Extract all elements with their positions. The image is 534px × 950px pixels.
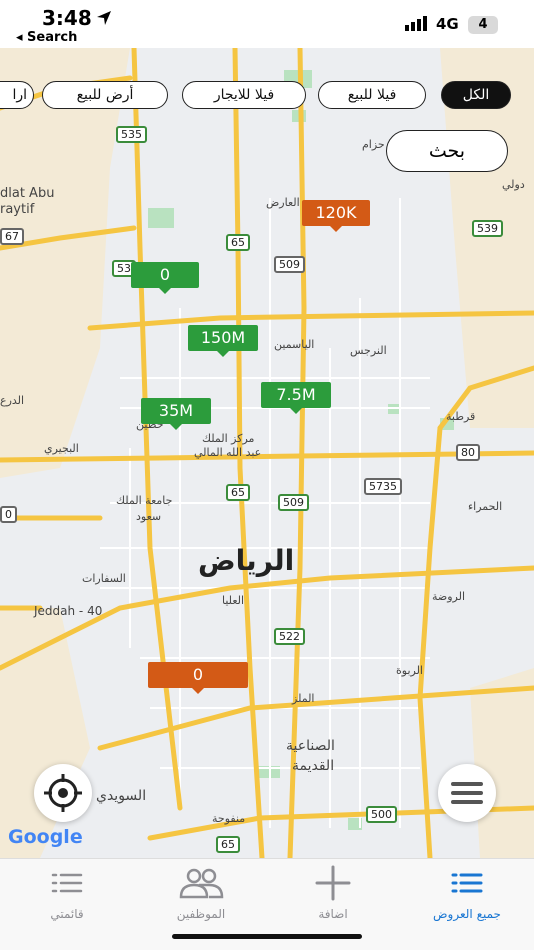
map-label-yasmin: الياسمين bbox=[274, 338, 315, 351]
list-icon bbox=[51, 873, 83, 893]
crosshair-icon bbox=[44, 774, 82, 812]
filter-chip-partial[interactable]: ارا bbox=[0, 81, 34, 109]
status-bar: 3:48 ◂ Search 4G 4 bbox=[0, 0, 534, 48]
map-label-malaz: الملز bbox=[292, 692, 315, 705]
filter-chip-all[interactable]: الكل bbox=[441, 81, 511, 109]
plus-icon bbox=[315, 865, 351, 901]
map-label-hazm: حزام bbox=[362, 138, 385, 151]
price-marker[interactable]: 35M bbox=[141, 398, 211, 430]
map-label-diriyah: الدرع bbox=[0, 394, 25, 407]
map-label-suwaidi: السويدي bbox=[96, 788, 147, 804]
map-label-rabwah: الربوة bbox=[396, 664, 423, 677]
route-shield: 65 bbox=[226, 484, 250, 501]
battery-icon: 4 bbox=[468, 16, 498, 34]
map-label-sinaiya-2: القديمة bbox=[292, 758, 335, 774]
map-label-raytif: raytif bbox=[0, 202, 35, 217]
map-label-olaya: العليا bbox=[222, 594, 245, 607]
tab-add[interactable]: اضافة bbox=[278, 865, 388, 921]
route-shield: 65 bbox=[216, 836, 240, 853]
location-arrow-icon bbox=[97, 11, 111, 25]
route-shield: 65 bbox=[226, 234, 250, 251]
map-label-arid: العارض bbox=[266, 196, 300, 209]
filter-chip-land-sale[interactable]: أرض للبيع bbox=[42, 81, 168, 109]
tab-label: جميع العروض bbox=[433, 907, 501, 921]
clock: 3:48 bbox=[42, 6, 92, 30]
google-logo: Google bbox=[8, 826, 83, 848]
price-marker[interactable]: 0 bbox=[131, 262, 199, 294]
map-label-ksu-2: سعود bbox=[136, 510, 162, 523]
signal-icon bbox=[405, 16, 427, 31]
filter-chip-villa-sale[interactable]: فيلا للبيع bbox=[318, 81, 426, 109]
tab-my-list[interactable]: قائمتي bbox=[12, 865, 122, 921]
route-shield: 509 bbox=[274, 256, 305, 273]
route-shield: 509 bbox=[278, 494, 309, 511]
map-label-narjis: النرجس bbox=[350, 344, 387, 357]
hamburger-icon bbox=[451, 782, 483, 804]
tab-employees[interactable]: الموظفين bbox=[146, 865, 256, 921]
map-label-city: الرياض bbox=[198, 544, 295, 577]
tab-all-offers[interactable]: جميع العروض bbox=[412, 865, 522, 921]
back-to-search-link[interactable]: ◂ Search bbox=[16, 30, 77, 45]
map-label-bujairi: البجيري bbox=[44, 442, 79, 455]
map-label-kafd-1: مركز الملك bbox=[202, 432, 255, 445]
route-shield: 67 bbox=[0, 228, 24, 245]
map-label-qurtuba: قرطبة bbox=[446, 410, 476, 423]
tab-label: اضافة bbox=[318, 907, 348, 921]
map-label-rawdah: الروضة bbox=[432, 590, 466, 603]
route-shield: 80 bbox=[456, 444, 480, 461]
map-label-duwali: دولي bbox=[502, 178, 525, 191]
map-label-hamra: الحمراء bbox=[468, 500, 503, 513]
map-label-ksu-1: جامعة الملك bbox=[116, 494, 173, 507]
price-marker[interactable]: 120K bbox=[302, 200, 370, 232]
price-marker[interactable]: 0 bbox=[148, 662, 248, 694]
search-button[interactable]: بحث bbox=[386, 130, 508, 172]
filter-chip-villa-rent[interactable]: فيلا للايجار bbox=[182, 81, 306, 109]
route-shield: 0 bbox=[0, 506, 17, 523]
route-shield: 535 bbox=[116, 126, 147, 143]
map-label-safarat: السفارات bbox=[82, 572, 126, 585]
route-shield: 5735 bbox=[364, 478, 402, 495]
price-marker[interactable]: 7.5M bbox=[261, 382, 331, 414]
home-indicator bbox=[172, 934, 362, 939]
tab-label: الموظفين bbox=[176, 907, 226, 921]
route-shield: 539 bbox=[472, 220, 503, 237]
map-view[interactable]: الياسمين النرجس العارض حزام دولي مركز ال… bbox=[0, 48, 534, 858]
people-icon bbox=[179, 868, 224, 899]
map-label-jeddah: Jeddah - 40 bbox=[34, 604, 103, 618]
my-location-button[interactable] bbox=[34, 764, 92, 822]
menu-button[interactable] bbox=[438, 764, 496, 822]
network-type: 4G bbox=[436, 15, 459, 33]
price-marker[interactable]: 150M bbox=[188, 325, 258, 357]
route-shield: 500 bbox=[366, 806, 397, 823]
map-label-dlat-abu: dlat Abu bbox=[0, 186, 55, 201]
route-shield: 522 bbox=[274, 628, 305, 645]
list-icon bbox=[451, 873, 483, 893]
map-label-sinaiya-1: الصناعية bbox=[286, 738, 335, 754]
map-label-manfuhah: منفوحة bbox=[212, 812, 246, 825]
tab-label: قائمتي bbox=[50, 907, 84, 921]
map-label-kafd-2: عبد الله المالي bbox=[194, 446, 262, 459]
